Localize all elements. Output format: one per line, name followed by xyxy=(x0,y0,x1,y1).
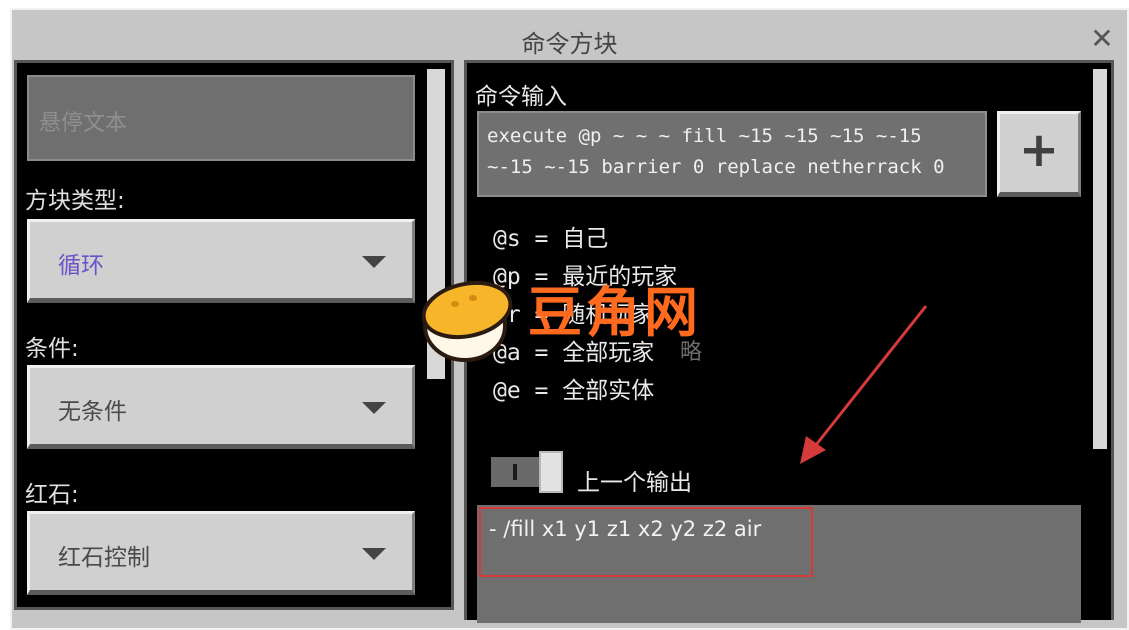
redstone-dropdown[interactable]: 红石控制 xyxy=(27,511,415,595)
left-scrollbar[interactable] xyxy=(427,69,445,379)
add-command-button[interactable]: + xyxy=(997,111,1081,197)
chevron-down-icon xyxy=(362,402,386,414)
right-scrollbar[interactable] xyxy=(1093,69,1107,449)
toggle-mark xyxy=(513,464,517,480)
block-type-dropdown[interactable]: 循环 xyxy=(27,219,415,303)
close-icon[interactable]: ✕ xyxy=(1085,22,1119,56)
block-type-value: 循环 xyxy=(58,253,104,279)
help-line-all-entities: @e = 全部实体 xyxy=(493,378,655,404)
chevron-down-icon xyxy=(362,256,386,268)
previous-output-toggle[interactable] xyxy=(491,451,563,493)
command-input-label: 命令输入 xyxy=(475,84,567,110)
settings-panel: 悬停文本 方块类型: 循环 条件: 无条件 红石: 红石控制 xyxy=(14,60,454,610)
condition-dropdown[interactable]: 无条件 xyxy=(27,365,415,449)
chevron-down-icon xyxy=(362,548,386,560)
condition-label: 条件: xyxy=(25,336,79,362)
command-input[interactable]: execute @p ~ ~ ~ fill ~15 ~15 ~15 ~-15 ~… xyxy=(477,111,987,197)
toggle-knob xyxy=(539,451,563,493)
condition-value: 无条件 xyxy=(58,399,127,425)
redstone-label: 红石: xyxy=(25,482,79,508)
plus-icon: + xyxy=(1018,122,1060,178)
help-line-self: @s = 自己 xyxy=(493,226,609,252)
watermark-sub: 略 xyxy=(680,340,703,365)
watermark-brand: 豆角网 xyxy=(528,281,702,344)
hover-text-placeholder: 悬停文本 xyxy=(39,111,128,136)
command-line-1: execute @p ~ ~ ~ fill ~15 ~15 ~15 ~-15 xyxy=(487,125,922,147)
window-title: 命令方块 xyxy=(521,30,618,58)
command-line-2: ~-15 ~-15 barrier 0 replace netherrack 0 xyxy=(487,156,945,178)
block-type-label: 方块类型: xyxy=(25,188,125,214)
hover-text-field[interactable]: 悬停文本 xyxy=(27,75,415,161)
previous-output-label: 上一个输出 xyxy=(577,470,692,496)
previous-output-text: - /fill x1 y1 z1 x2 y2 z2 air xyxy=(489,517,762,541)
redstone-value: 红石控制 xyxy=(58,545,150,571)
